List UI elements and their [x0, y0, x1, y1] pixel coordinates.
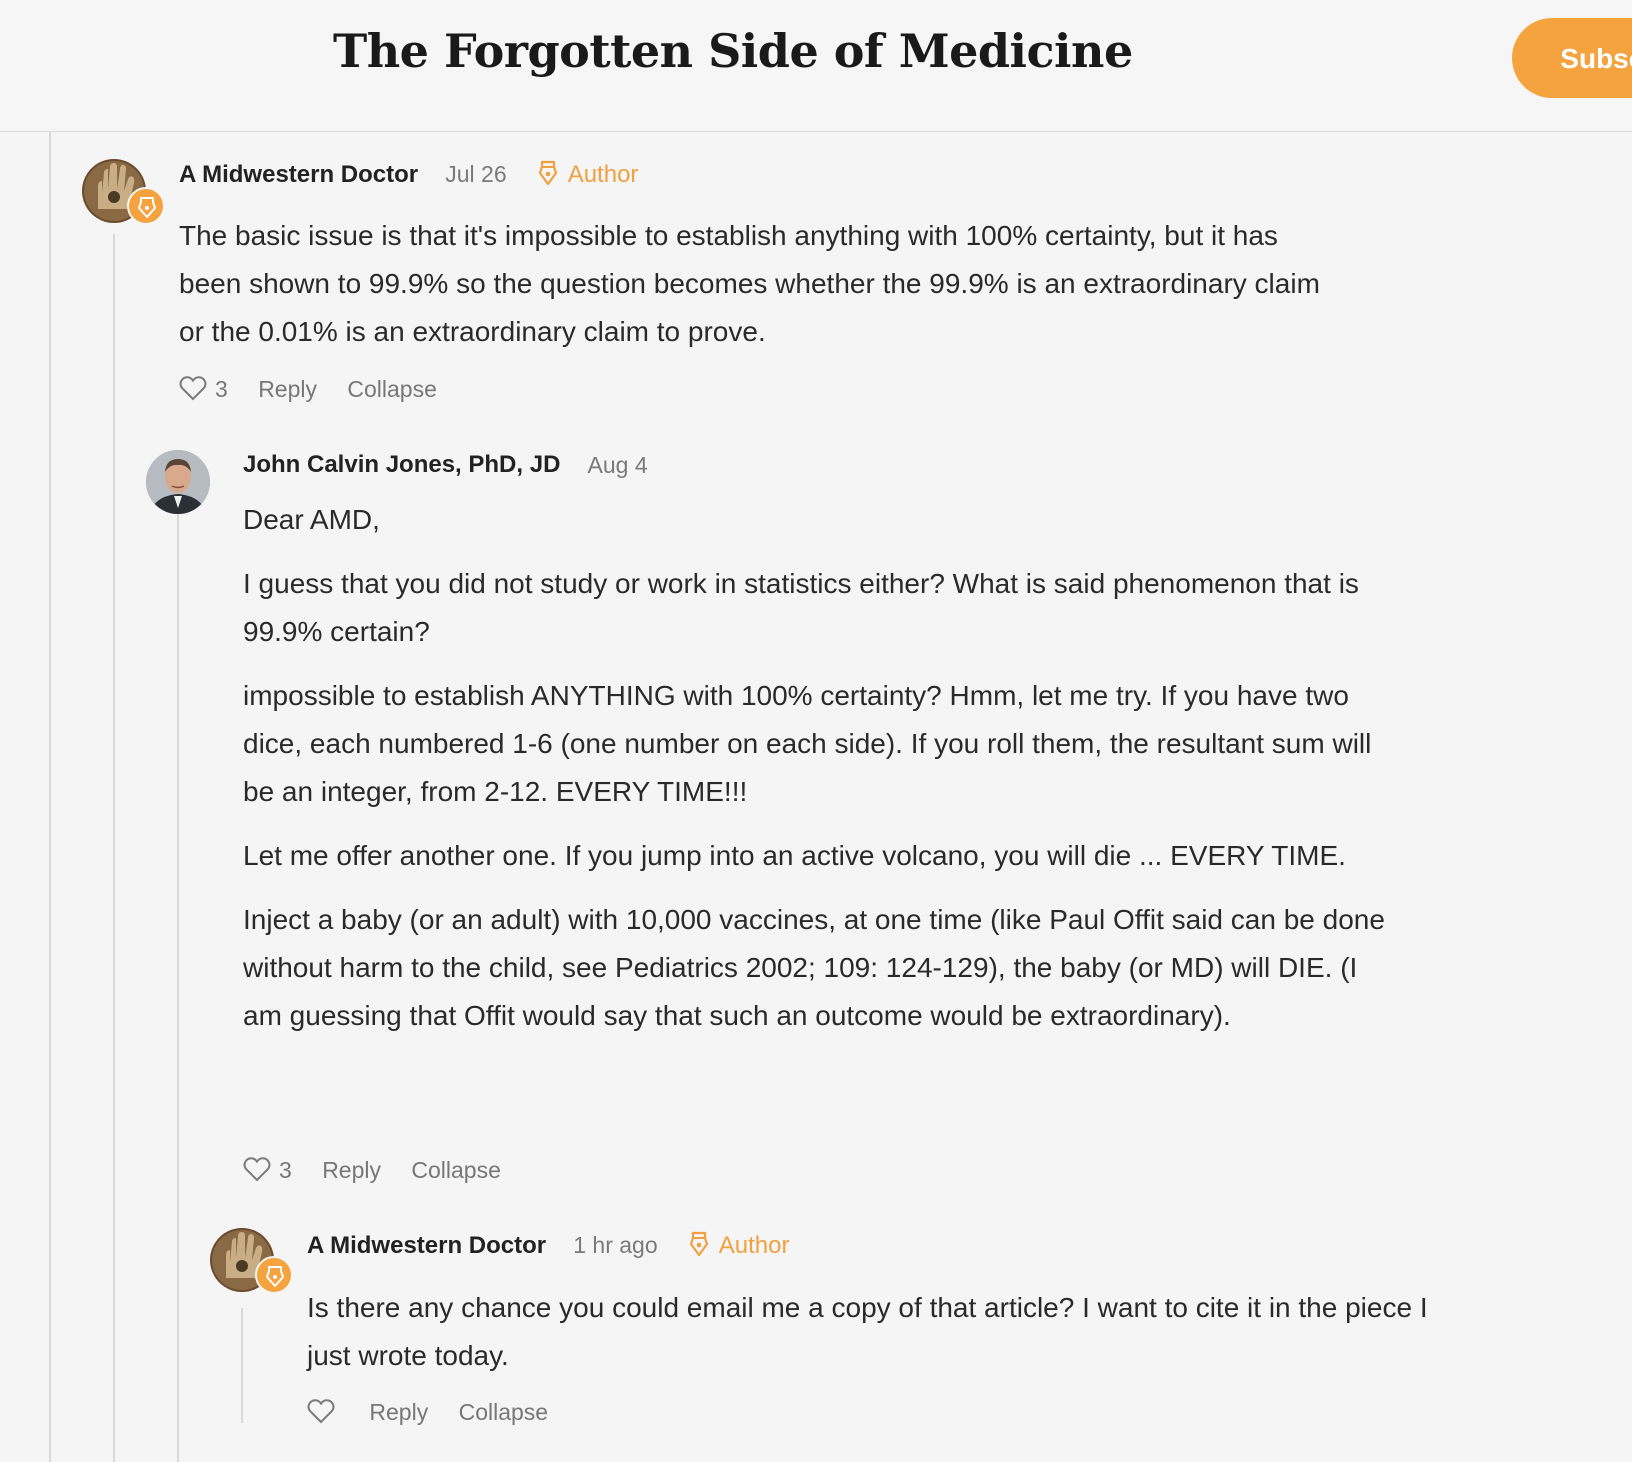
collapse-button[interactable]: Collapse — [459, 1399, 549, 1426]
author-tag-label: Author — [567, 161, 639, 188]
heart-outline-icon — [179, 376, 207, 401]
publication-title[interactable]: The Forgotten Side of Medicine — [333, 24, 1133, 78]
comment-date[interactable]: Jul 26 — [445, 161, 506, 188]
pen-nib-icon — [538, 160, 557, 186]
collapse-button[interactable]: Collapse — [411, 1157, 501, 1184]
comment-actions: Reply Collapse — [307, 1398, 548, 1427]
thread-line-level-1[interactable] — [113, 234, 115, 1462]
thread-line-level-3[interactable] — [241, 1308, 243, 1423]
like-count: 3 — [215, 376, 228, 403]
author-tag-label: Author — [718, 1232, 790, 1259]
comment-body: Is there any chance you could email me a… — [307, 1284, 1467, 1396]
comment-date[interactable]: Aug 4 — [588, 452, 648, 479]
comment-author-name[interactable]: A Midwestern Doctor — [307, 1232, 546, 1260]
comment-paragraph: Let me offer another one. If you jump in… — [243, 840, 1346, 871]
author-badge — [127, 187, 165, 225]
like-button[interactable] — [243, 1156, 271, 1185]
reply-button[interactable]: Reply — [322, 1157, 381, 1184]
comment-paragraph: Inject a baby (or an adult) with 10,000 … — [243, 904, 1385, 1031]
comment-meta: John Calvin Jones, PhD, JD Aug 4 — [243, 451, 648, 479]
author-tag: Author — [538, 160, 639, 189]
pen-nib-icon — [266, 1266, 284, 1287]
comment-author-name[interactable]: John Calvin Jones, PhD, JD — [243, 451, 560, 479]
reply-button[interactable]: Reply — [369, 1399, 428, 1426]
comment-paragraph: The basic issue is that it's impossible … — [179, 220, 1320, 347]
author-badge — [255, 1256, 293, 1294]
like-button[interactable] — [307, 1398, 335, 1427]
heart-outline-icon — [243, 1157, 271, 1182]
collapse-button[interactable]: Collapse — [347, 376, 437, 403]
comment-body: The basic issue is that it's impossible … — [179, 212, 1339, 372]
comment-meta: A Midwestern Doctor 1 hr ago Author — [307, 1231, 789, 1260]
comment-paragraph: Is there any chance you could email me a… — [307, 1292, 1428, 1371]
avatar[interactable] — [146, 450, 210, 514]
heart-outline-icon — [307, 1399, 335, 1424]
pen-nib-icon — [138, 197, 156, 218]
comment-paragraph: impossible to establish ANYTHING with 10… — [243, 680, 1372, 807]
comment-paragraph: I guess that you did not study or work i… — [243, 568, 1359, 647]
thread-line-root[interactable] — [49, 131, 51, 1462]
like-count: 3 — [279, 1157, 292, 1184]
comment-date[interactable]: 1 hr ago — [573, 1232, 657, 1259]
pen-nib-icon — [689, 1231, 708, 1257]
like-button[interactable] — [179, 375, 207, 404]
comment-paragraph: Dear AMD, — [243, 504, 380, 535]
comment-actions: 3 Reply Collapse — [179, 375, 437, 404]
comment-actions: 3 Reply Collapse — [243, 1156, 501, 1185]
comment-meta: A Midwestern Doctor Jul 26 Author — [179, 160, 638, 189]
comment-body: Dear AMD, I guess that you did not study… — [243, 496, 1403, 1056]
reply-button[interactable]: Reply — [258, 376, 317, 403]
publication-header: The Forgotten Side of Medicine Subscribe — [0, 0, 1632, 132]
comment-author-name[interactable]: A Midwestern Doctor — [179, 161, 418, 189]
comments-page: The Forgotten Side of Medicine Subscribe… — [0, 0, 1632, 1462]
thread-line-level-2[interactable] — [177, 514, 179, 1462]
author-tag: Author — [689, 1231, 790, 1260]
subscribe-button[interactable]: Subscribe — [1512, 18, 1632, 98]
